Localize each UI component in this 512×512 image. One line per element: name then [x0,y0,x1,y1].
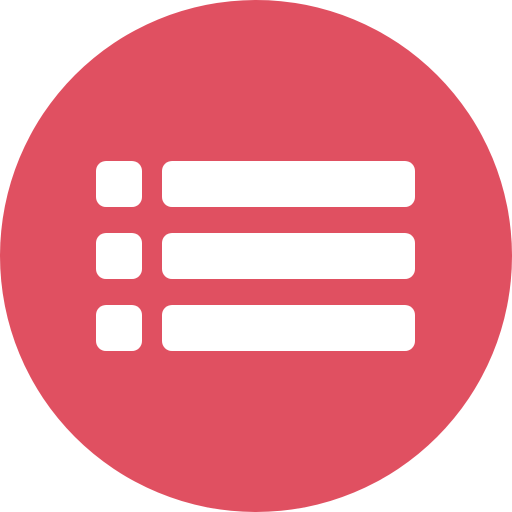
list-line-1 [162,161,415,207]
app-icon [0,0,512,512]
list-bullet-2 [96,233,142,279]
list-line-3 [162,305,415,351]
list-icon [0,0,512,512]
list-line-2 [162,233,415,279]
list-bullet-1 [96,161,142,207]
list-bullet-3 [96,305,142,351]
